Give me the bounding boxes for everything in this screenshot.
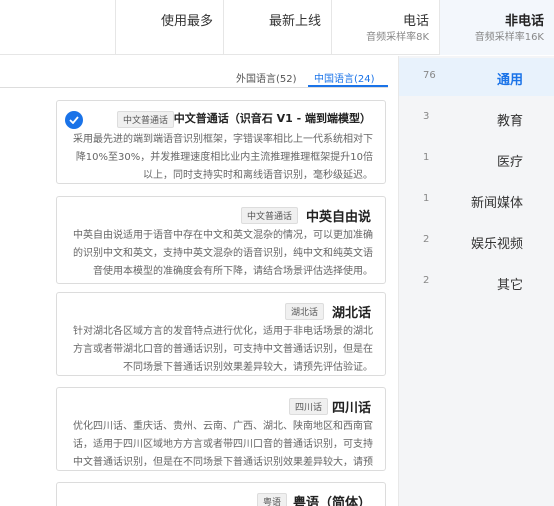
sidebar-item-label: 新闻媒体	[470, 196, 523, 211]
sidebar-item-count: 2	[423, 275, 430, 286]
model-title: 四川话	[331, 401, 371, 416]
sidebar-item-label: 医疗	[496, 155, 523, 170]
model-tag: 四川话	[289, 398, 329, 415]
model-description: 中英自由说适用于语音中存在中文和英文混杂的情况，可以更加准确的识别中文和英文，支…	[73, 230, 373, 277]
subtab-chinese-languages[interactable]: 中国语言(24)	[314, 70, 375, 85]
model-description: 采用最先进的端到端语音识别框架，字错误率相比上一代系统相对下降10%至30%，并…	[73, 134, 373, 181]
tab-non-phone-label: 非电话	[504, 14, 544, 29]
model-description: 优化四川话、重庆话、贵州、云南、广西、湖北、陕南地区和西南官话，适用于四川区域地…	[73, 421, 373, 468]
model-title: 中英自由说	[305, 210, 371, 225]
scenario-sidebar: 通用 76 教育 3 医疗 1 新闻媒体 1 娱乐视频 2 其它 2	[398, 56, 554, 506]
selected-check-icon	[65, 111, 83, 129]
model-tag: 湖北话	[285, 303, 325, 320]
tab-non-phone[interactable]: 非电话 音频采样率16K	[439, 0, 554, 55]
sidebar-item-general[interactable]: 通用 76	[399, 58, 554, 96]
sidebar-item-label: 通用	[496, 73, 523, 88]
model-card-mandarin-e2e[interactable]: 中文普通话 中文普通话（识音石 V1 - 端到端模型） 采用最先进的端到端语音识…	[56, 100, 386, 184]
sidebar-item-medical[interactable]: 医疗 1	[399, 140, 554, 178]
model-title: 湖北话	[331, 306, 371, 321]
model-category-tabs: 使用最多 最新上线 电话 音频采样率8K 非电话 音频采样率16K	[0, 0, 554, 55]
model-tag: 粤语	[257, 493, 288, 506]
model-card-hubei[interactable]: 湖北话 湖北话 针对湖北各区域方言的发音特点进行优化，适用于非电话场景的湖北方言…	[56, 292, 386, 376]
tab-phone-label: 电话	[402, 14, 429, 29]
sidebar-item-count: 76	[423, 70, 436, 81]
sidebar-item-label: 娱乐视频	[470, 237, 523, 252]
sidebar-item-other[interactable]: 其它 2	[399, 263, 554, 301]
model-tag: 中文普通话	[117, 111, 175, 128]
model-title: 粤语（简体）	[292, 496, 371, 506]
model-card-zh-en-mixed[interactable]: 中文普通话 中英自由说 中英自由说适用于语音中存在中文和英文混杂的情况，可以更加…	[56, 196, 386, 284]
sidebar-item-news-media[interactable]: 新闻媒体 1	[399, 181, 554, 219]
tab-newest[interactable]: 最新上线	[223, 0, 331, 55]
tab-most-used[interactable]: 使用最多	[115, 0, 223, 55]
model-title: 中文普通话（识音石 V1 - 端到端模型）	[173, 112, 371, 125]
subtab-foreign-languages[interactable]: 外国语言(52)	[236, 70, 297, 85]
model-card-cantonese[interactable]: 粤语 粤语（简体）	[56, 482, 386, 506]
sidebar-item-count: 2	[423, 234, 430, 245]
tab-most-used-label: 使用最多	[160, 14, 213, 29]
tab-phone-subtitle: 音频采样率8K	[366, 32, 429, 43]
sidebar-item-count: 3	[423, 111, 430, 122]
tab-non-phone-subtitle: 音频采样率16K	[474, 32, 544, 43]
model-card-sichuan[interactable]: 四川话 四川话 优化四川话、重庆话、贵州、云南、广西、湖北、陕南地区和西南官话，…	[56, 387, 386, 471]
active-subtab-indicator	[308, 85, 388, 87]
tab-newest-label: 最新上线	[268, 14, 321, 29]
model-description: 针对湖北各区域方言的发音特点进行优化，适用于非电话场景的湖北方言或者带湖北口音的…	[73, 326, 373, 373]
model-tag: 中文普通话	[241, 207, 299, 224]
tab-phone[interactable]: 电话 音频采样率8K	[331, 0, 439, 55]
sidebar-item-count: 1	[423, 152, 430, 163]
sidebar-item-education[interactable]: 教育 3	[399, 99, 554, 137]
sidebar-item-count: 1	[423, 193, 430, 204]
sidebar-item-label: 其它	[496, 278, 523, 293]
sidebar-item-entertainment[interactable]: 娱乐视频 2	[399, 222, 554, 260]
sidebar-item-label: 教育	[496, 114, 523, 129]
